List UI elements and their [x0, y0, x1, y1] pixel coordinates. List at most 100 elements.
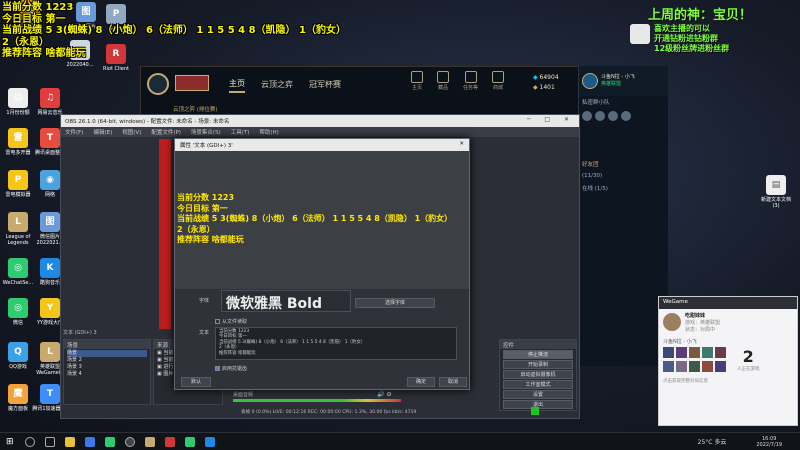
lol-collection-icon[interactable]: 藏品 — [437, 71, 449, 91]
card-name: 吃甜妹妹 — [685, 313, 706, 319]
scene-item[interactable]: 场景 3 — [67, 364, 147, 371]
desktop-icon-label: League of Legends — [5, 234, 31, 246]
scene-item[interactable]: 场景 2 — [67, 357, 147, 364]
wechat-taskbar-icon[interactable] — [184, 436, 195, 447]
chat-section-count: (11/30) — [582, 173, 603, 179]
cat-avatar-icon — [630, 24, 650, 44]
from-file-checkbox[interactable]: 从文件读取 — [215, 318, 247, 325]
nav-home[interactable]: 主页 — [229, 76, 245, 93]
volume-meter — [233, 399, 401, 402]
nav-tft[interactable]: 云顶之弈 — [261, 77, 293, 92]
start-icon[interactable]: ⊞ — [6, 437, 14, 447]
lol-home-icon[interactable]: 主页 — [411, 71, 423, 91]
lol-taskbar-icon[interactable] — [144, 436, 155, 447]
obs-menu-item[interactable]: 配置文件(P) — [151, 128, 181, 136]
window-controls[interactable]: ─ □ ✕ — [527, 116, 575, 123]
app-icon: ♫ — [40, 88, 60, 108]
stream-overlay-title: 上周的神：宝贝！ — [648, 8, 753, 23]
obs-menu-item[interactable]: 编辑(E) — [93, 128, 112, 136]
obs-menu-item[interactable]: 文件(F) — [65, 128, 83, 136]
avatar[interactable] — [582, 73, 598, 89]
scenes-panel: 场景 场景 场景 2 场景 3 场景 4 — [63, 339, 151, 405]
lol-missions-icon[interactable]: 任务等 — [463, 71, 478, 91]
text-input-area[interactable]: 当前分数 1223 今日目标 第一 当前战绩 5 3(蜘蛛) 8（小炮） 6（法师）… — [215, 327, 457, 360]
antialias-checkbox[interactable]: 启用抗锯齿 — [215, 365, 247, 372]
avatar — [663, 313, 681, 331]
obs-menu-item[interactable]: 场景集合(S) — [191, 128, 221, 136]
obs-control-button[interactable]: 工作室模式 — [503, 380, 573, 389]
wegame-card[interactable]: WeGame 吃甜妹妹 游戏：英雄联盟 状态：对局中 斗鱼N拉 - 小飞 2 人… — [658, 296, 798, 426]
defaults-button[interactable]: 默认 — [181, 377, 211, 387]
cancel-button[interactable]: 取消 — [439, 377, 467, 387]
task-view-icon[interactable] — [44, 436, 55, 447]
preview-line: 今日目标 第一 — [177, 203, 228, 213]
choose-font-button[interactable]: 选择字体 — [355, 298, 435, 308]
obs-control-button[interactable]: 停止推流 — [503, 350, 573, 359]
properties-dialog[interactable]: 属性 '文本 (GDI+) 3' ✕ 当前分数 1223 今日目标 第一 当前战绩 … — [174, 138, 470, 390]
obs-control-button[interactable]: 开始录制 — [503, 360, 573, 369]
edge-icon[interactable] — [84, 436, 95, 447]
obs-taskbar-icon[interactable] — [124, 436, 135, 447]
desktop-icon[interactable]: P 雷电模拟器 — [0, 170, 36, 198]
obs-title: OBS 26.1.0 (64-bit, windows) - 配置文件: 未命名… — [61, 115, 579, 127]
chrome-icon[interactable] — [104, 436, 115, 447]
preview-line: 推荐阵容 啥都能玩 — [177, 235, 244, 244]
obs-control-button[interactable]: 启动虚拟摄像机 — [503, 370, 573, 379]
search-icon[interactable] — [24, 436, 35, 447]
lol-nav: 主页 云顶之弈 冠军杯赛 — [229, 67, 341, 101]
desktop-icon[interactable]: 雷雷电多开器 — [0, 128, 36, 156]
desktop-icon-label: 新建文本文档(3) — [760, 197, 791, 209]
overlay-line: 2（永恩） — [2, 36, 49, 48]
close-icon[interactable]: ✕ — [459, 141, 464, 149]
desktop-icon[interactable]: ♫ 网易云音乐 — [32, 88, 68, 116]
play-button[interactable] — [175, 75, 209, 91]
stream-overlay-left: 当前分数 1223 今日目标 第一 当前战绩 5 3(蜘蛛) 8（小炮） 6（法师）… — [2, 2, 346, 60]
desktop-icon-label: 2022040... — [66, 62, 94, 68]
clock[interactable]: 16:09 2022/7/19 — [756, 436, 782, 448]
app-icon: T — [40, 384, 60, 404]
checkbox-checked-icon — [215, 366, 220, 371]
mixer-label: 桌面音频 — [233, 392, 254, 398]
app-icon: P — [8, 170, 28, 190]
chat-group[interactable]: 私密群小队 — [579, 96, 668, 108]
lol-store-icon[interactable]: 商城 — [492, 71, 505, 91]
desktop-icon[interactable]: ◎ WeChatSe... — [0, 258, 36, 286]
scene-item[interactable]: 场景 4 — [67, 371, 147, 378]
desktop-icon[interactable]: 魔魔方面板 — [0, 384, 36, 412]
champion-portraits — [663, 347, 726, 372]
obs-menu-item[interactable]: 工具(T) — [231, 128, 250, 136]
taskbar: ⊞ 25°C 多云 16:09 2022/7/19 — [0, 432, 800, 450]
desktop-icon[interactable]: ▤ 1月份份额 — [0, 88, 36, 116]
font-label: 字体 — [199, 298, 210, 304]
desktop-icon-label: QQ游戏 — [9, 364, 27, 370]
app-taskbar-icon[interactable] — [204, 436, 215, 447]
desktop-icon-label: 雷电模拟器 — [5, 192, 31, 198]
card-line2: 状态：对局中 — [685, 327, 716, 333]
stream-health-indicator — [531, 407, 539, 415]
controls-panel: 控件 停止推流 开始录制 启动虚拟摄像机 工作室模式 设置 退出 — [499, 339, 577, 411]
card-footer[interactable]: 点击获取完整对局信息 — [659, 374, 797, 388]
scene-item[interactable]: 场景 — [67, 350, 147, 357]
desktop-icon[interactable]: L League of Legends — [0, 212, 36, 246]
app-icon: ◉ — [40, 170, 60, 190]
chat-online[interactable]: 在线 (1/5) — [579, 182, 668, 194]
riot-taskbar-icon[interactable] — [164, 436, 175, 447]
desktop-icon[interactable]: ◎ 微信 — [0, 298, 36, 326]
desktop-icon-new-text[interactable]: ▤ 新建文本文档(3) — [758, 175, 794, 209]
chat-section[interactable]: 好友团 — [579, 158, 668, 170]
file-explorer-icon[interactable] — [64, 436, 75, 447]
mixer-speaker-icon[interactable]: 🔊 ⚙ — [377, 391, 392, 398]
lol-mode-tab[interactable]: 云顶之弈 (排位赛) — [173, 105, 218, 113]
desktop-icon[interactable]: Q QQ游戏 — [0, 342, 36, 370]
dialog-title: 属性 '文本 (GDI+) 3' — [180, 143, 233, 149]
obs-menu-item[interactable]: 帮助(H) — [259, 128, 278, 136]
app-icon: L — [40, 342, 60, 362]
obs-control-button[interactable]: 设置 — [503, 390, 573, 399]
nav-clash[interactable]: 冠军杯赛 — [309, 77, 341, 92]
weather-widget[interactable]: 25°C 多云 — [698, 437, 727, 446]
ok-button[interactable]: 确定 — [407, 377, 435, 387]
obs-menu-item[interactable]: 视图(V) — [122, 128, 141, 136]
chat-username: 斗鱼N拉 - 小飞 — [601, 74, 635, 80]
app-icon: 雷 — [8, 128, 28, 148]
lol-social-panel: 斗鱼N拉 - 小飞 英雄联盟 私密群小队 好友团 (11/30) 在线 (1/5… — [578, 66, 668, 366]
